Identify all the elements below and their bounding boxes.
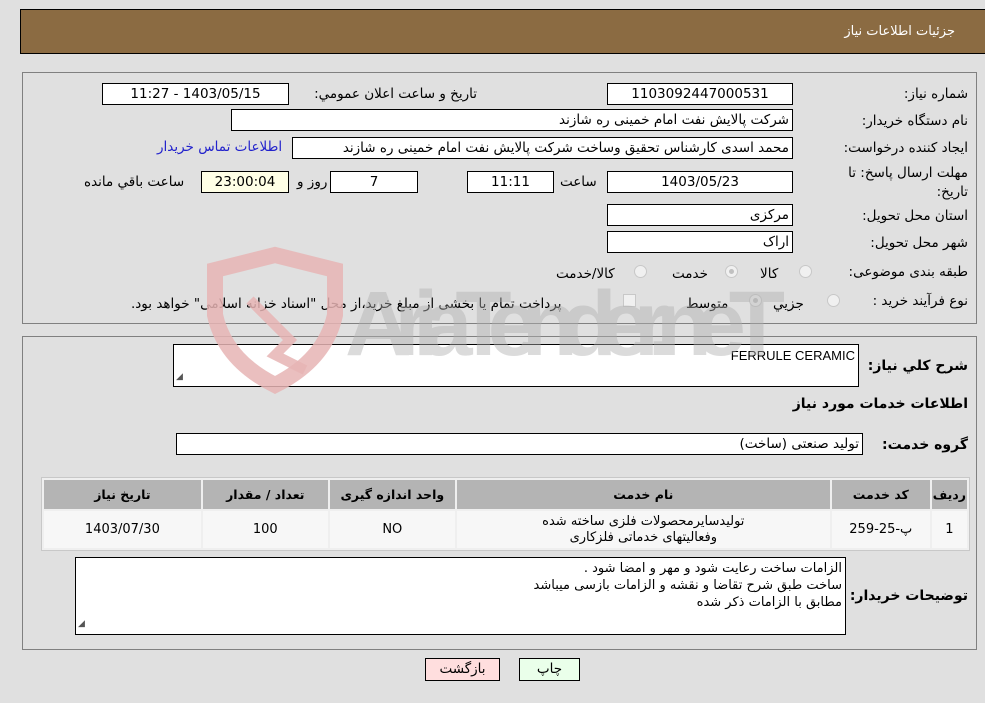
general-desc-label: شرح کلي نياز: [867,358,968,374]
requester-label: ايجاد کننده درخواست: [843,140,968,156]
purchase-type-label: نوع فرآيند خريد : [872,293,968,309]
deadline-label: مهلت ارسال پاسخ: تا تاريخ: [848,165,968,200]
remaining-days-field[interactable]: 7 [330,171,418,193]
cell-need-date: 1403/07/30 [44,511,201,548]
general-desc-textarea[interactable]: FERRULE CERAMIC ◢ [173,344,859,387]
cell-service-code: پ-25-259 [831,511,930,548]
city-field[interactable]: اراک [607,231,793,253]
col-row-number: رديف [931,480,967,509]
deadline-date-field[interactable]: 1403/05/23 [607,171,793,193]
category-radio-goods[interactable] [799,265,812,278]
table-row: 1 پ-25-259 توليدسايرمحصولات فلزی ساخته ش… [44,511,967,548]
col-service-name: نام خدمت [456,480,830,509]
cell-unit: NO [329,511,455,548]
announce-datetime-field[interactable]: 1403/05/15 - 11:27 [102,83,289,105]
col-need-date: تاريخ نياز [44,480,201,509]
category-radio-goods-service[interactable] [634,265,647,278]
purchase-type-radio-minor[interactable] [827,294,840,307]
page-title: جزئیات اطلاعات نیاز [844,24,955,39]
buyer-notes-label: توضيحات خريدار: [849,588,968,604]
cell-row-number: 1 [931,511,967,548]
buyer-notes-line: مطابق با الزامات ذکر شده [696,595,842,610]
remaining-time-field: 23:00:04 [201,171,289,193]
buyer-notes-line: الزامات ساخت رعايت شود و مهر و امضا شود … [583,561,842,576]
resize-handle-icon[interactable]: ◢ [78,616,85,633]
col-quantity: تعداد / مقدار [202,480,328,509]
cell-service-name: توليدسايرمحصولات فلزی ساخته شده وفعاليته… [456,511,830,548]
buyer-notes-line: ساخت طبق شرح تقاضا و نقشه و الزامات بازس… [533,578,842,593]
province-label: استان محل تحويل: [862,208,968,224]
general-desc-text: FERRULE CERAMIC [730,348,855,363]
need-number-field[interactable]: 1103092447000531 [607,83,793,105]
deadline-time-label: ساعت [560,174,597,190]
category-option-goods: کالا [760,266,779,282]
back-button[interactable]: بازگشت [425,658,500,681]
service-group-field[interactable]: توليد صنعتی (ساخت) [176,433,863,455]
days-label: روز و [297,174,328,190]
category-label: طبقه بندی موضوعی: [848,264,968,280]
buyer-contact-link[interactable]: اطلاعات تماس خريدار [157,139,282,155]
category-radio-service[interactable] [725,265,738,278]
city-label: شهر محل تحويل: [870,235,968,251]
buyer-org-field[interactable]: شرکت پالايش نفت امام خمينی ره شازند [231,109,793,131]
services-table: رديف کد خدمت نام خدمت واحد اندازه گيری ت… [41,477,970,551]
treasury-note: پرداخت تمام يا بخشی از مبلغ خريد،از محل … [131,296,562,312]
col-service-code: کد خدمت [831,480,930,509]
announce-datetime-label: تاریخ و ساعت اعلان عمومي: [314,86,477,102]
category-option-goods-service: کالا/خدمت [556,266,615,282]
table-header-row: رديف کد خدمت نام خدمت واحد اندازه گيری ت… [44,480,967,509]
buyer-org-label: نام دستگاه خريدار: [861,113,968,129]
category-option-service: خدمت [672,266,708,282]
print-button[interactable]: چاپ [519,658,580,681]
requester-field[interactable]: محمد اسدی کارشناس تحقيق وساخت شرکت پالاي… [292,137,793,159]
need-number-label: شماره نیاز: [903,86,968,102]
province-field[interactable]: مرکزی [607,204,793,226]
service-code-text: پ-25-259 [849,521,913,537]
col-unit: واحد اندازه گيری [329,480,455,509]
treasury-checkbox[interactable] [623,294,636,307]
deadline-time-field[interactable]: 11:11 [467,171,554,193]
purchase-type-radio-medium[interactable] [749,294,762,307]
purchase-type-option-minor: جزيي [773,296,804,312]
buyer-notes-textarea[interactable]: الزامات ساخت رعايت شود و مهر و امضا شود … [75,557,846,635]
remaining-label: ساعت باقي مانده [84,174,185,190]
page-header: جزئیات اطلاعات نیاز [20,9,985,54]
cell-quantity: 100 [202,511,328,548]
services-heading: اطلاعات خدمات مورد نياز [792,396,968,412]
purchase-type-option-medium: متوسط [686,296,729,312]
service-group-label: گروه خدمت: [882,437,968,453]
resize-handle-icon[interactable]: ◢ [176,368,183,385]
